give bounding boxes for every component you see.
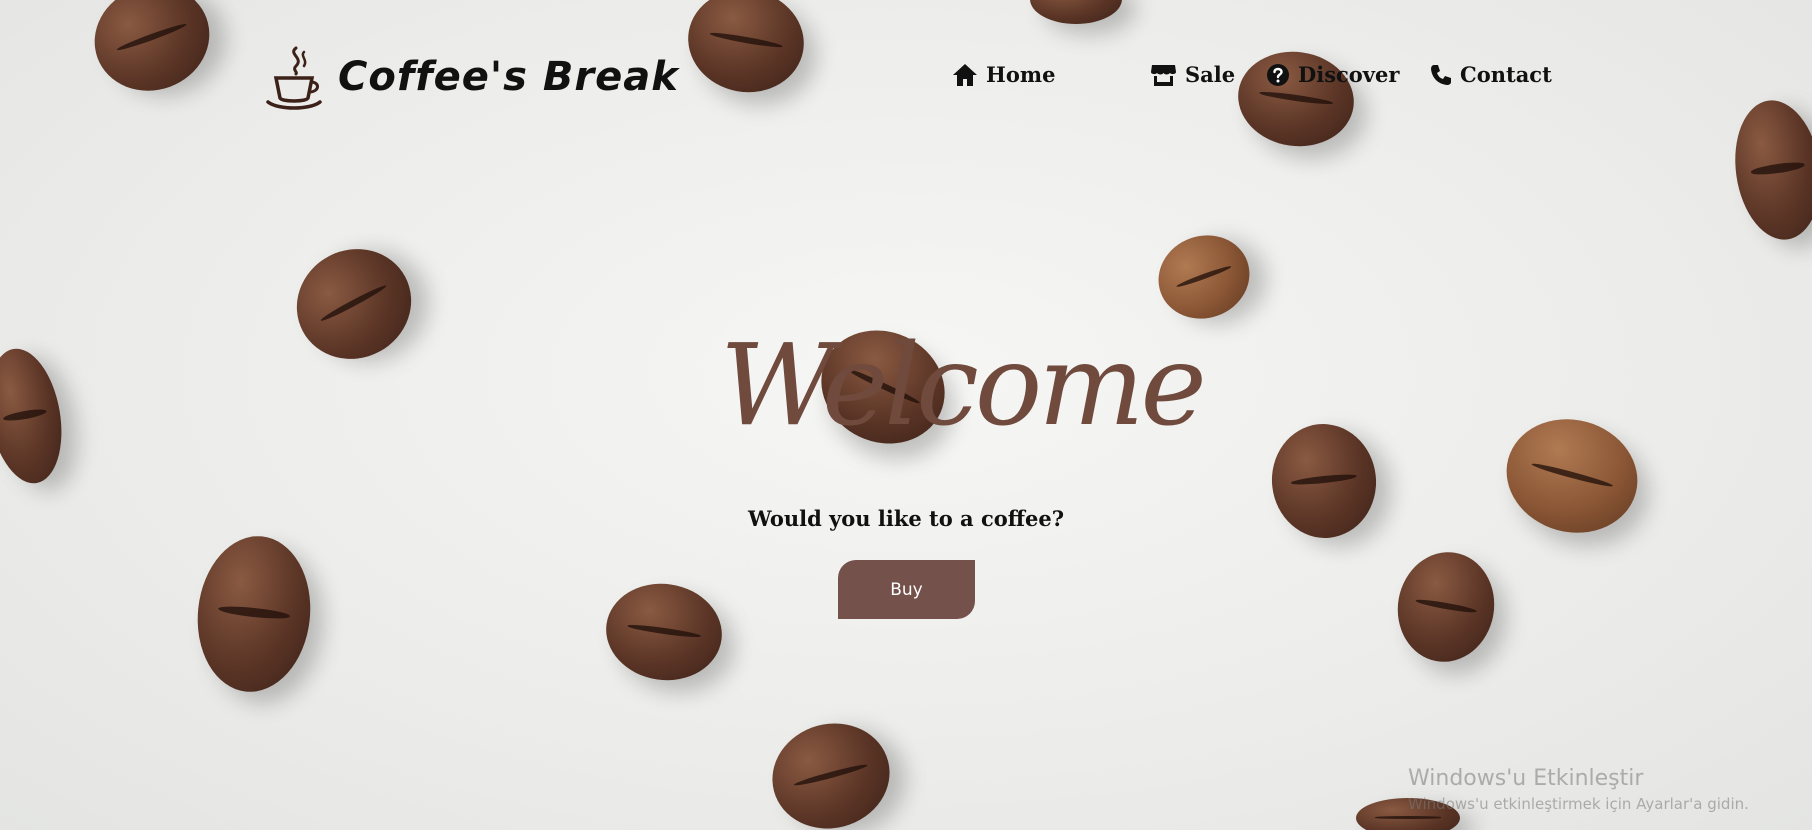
coffee-bean-image [1146,222,1262,332]
watermark-subtitle: Windows'u etkinleştirmek için Ayarlar'a … [1408,795,1749,813]
coffee-bean-image [190,530,318,698]
nav-sale-label: Sale [1185,62,1236,87]
nav-home-label: Home [986,62,1056,87]
coffee-bean-image [0,342,72,490]
question-circle-icon [1266,63,1290,87]
store-icon [1150,63,1177,87]
buy-button[interactable]: Buy [838,560,975,619]
coffee-bean-image [1030,0,1122,24]
hero-subtitle: Would you like to a coffee? [747,506,1065,531]
coffee-bean-image [1389,544,1503,670]
phone-icon [1430,64,1452,86]
hero-title: Welcome [720,321,1207,451]
coffee-bean-image [1232,44,1360,154]
watermark-title: Windows'u Etkinleştir [1408,766,1644,791]
nav-discover-label: Discover [1298,62,1400,87]
home-icon [952,63,978,87]
coffee-bean-image [277,229,431,379]
coffee-bean-image [760,710,902,830]
main-navigation: Home Sale Discover Contact [0,62,1812,94]
nav-discover-link[interactable]: Discover [1266,62,1399,87]
nav-contact-label: Contact [1460,62,1552,87]
coffee-bean-image [1726,94,1812,246]
nav-contact-link[interactable]: Contact [1430,62,1552,87]
nav-sale-link[interactable]: Sale [1150,62,1235,87]
windows-activation-watermark: Windows'u Etkinleştir Windows'u etkinleş… [1408,766,1749,813]
nav-home-link[interactable]: Home [952,62,1055,87]
coffee-bean-image [599,576,729,688]
